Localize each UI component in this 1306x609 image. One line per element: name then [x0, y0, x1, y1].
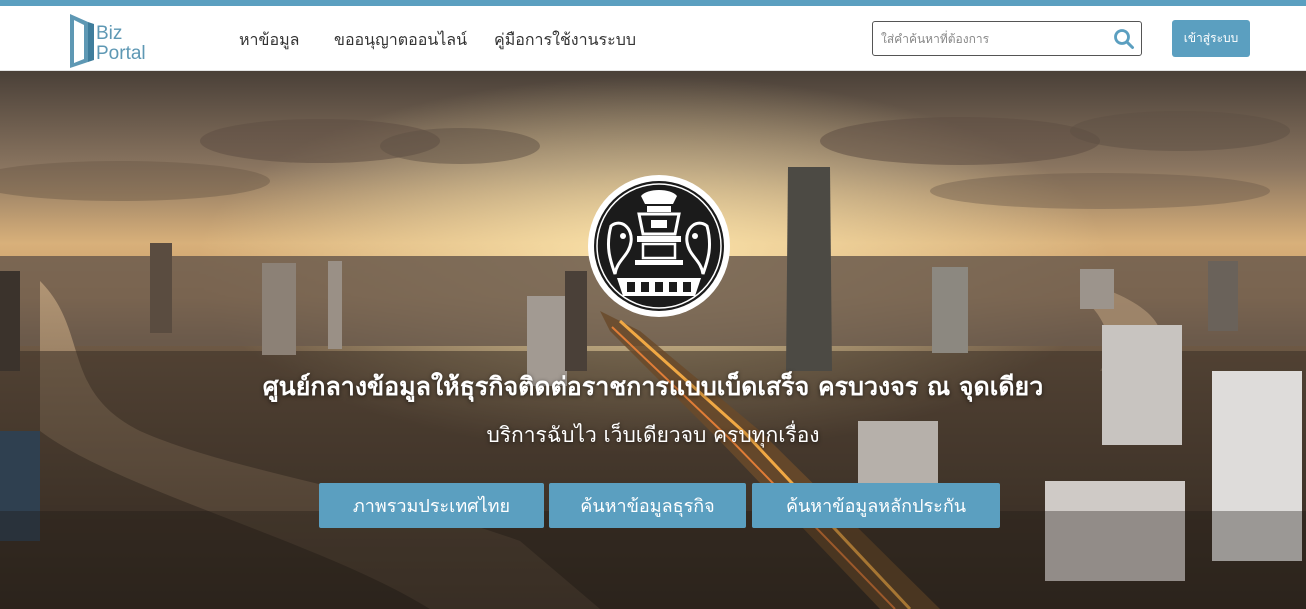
hero-subline: บริการฉับไว เว็บเดียวจบ ครบทุกเรื่อง [486, 423, 820, 447]
search-collateral-button[interactable]: ค้นหาข้อมูลหลักประกัน [752, 483, 1000, 528]
logo-mark-icon [70, 14, 94, 68]
biz-portal-logo[interactable]: Biz Portal [68, 10, 168, 68]
search-icon[interactable] [1113, 28, 1135, 50]
government-seal-icon [587, 174, 731, 318]
logo-text-portal: Portal [96, 43, 146, 64]
navbar: Biz Portal หาข้อมูล ขออนุญาตออนไลน์ คู่ม… [0, 6, 1306, 71]
thailand-overview-button[interactable]: ภาพรวมประเทศไทย [319, 483, 544, 528]
nav-user-manual[interactable]: คู่มือการใช้งานระบบ [494, 28, 636, 53]
search-input[interactable] [881, 28, 1106, 50]
nav-find-information[interactable]: หาข้อมูล [239, 28, 299, 53]
logo-text-biz: Biz [96, 23, 123, 44]
login-button[interactable]: เข้าสู่ระบบ [1172, 20, 1250, 57]
search-business-button[interactable]: ค้นหาข้อมูลธุรกิจ [549, 483, 746, 528]
nav-online-permit[interactable]: ขออนุญาตออนไลน์ [334, 28, 467, 53]
hero-banner: ศูนย์กลางข้อมูลให้ธุรกิจติดต่อราชการแบบเ… [0, 71, 1306, 609]
city-skyline-background [0, 71, 1306, 609]
hero-headline: ศูนย์กลางข้อมูลให้ธุรกิจติดต่อราชการแบบเ… [262, 372, 1044, 401]
search-box [872, 21, 1142, 56]
